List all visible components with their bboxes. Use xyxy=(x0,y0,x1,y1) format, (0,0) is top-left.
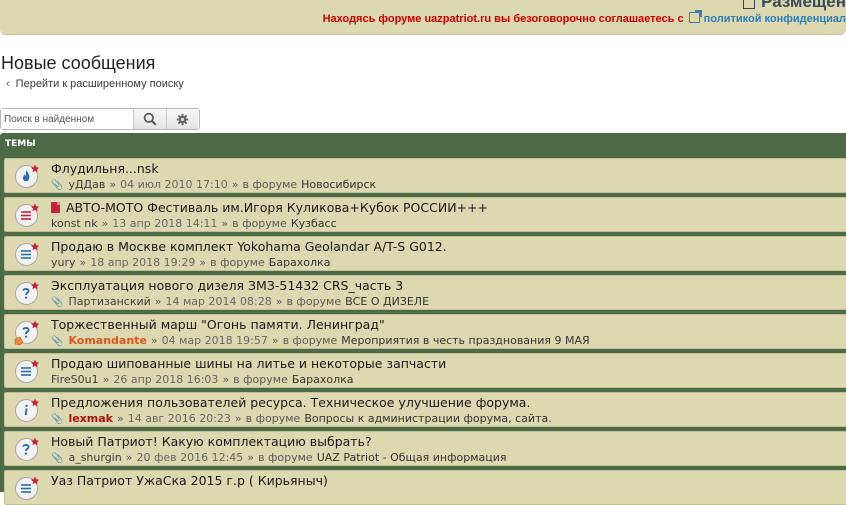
topic-author[interactable]: Партизанский xyxy=(68,295,150,308)
document-icon xyxy=(51,202,60,213)
topic-date[interactable]: 04 мар 2018 19:57 xyxy=(162,334,268,347)
topic-meta: yury» 18 апр 2018 19:29» в форуме Барахолка xyxy=(51,256,331,269)
advanced-search-link[interactable]: ‹ Перейти к расширенному поиску xyxy=(6,78,184,90)
paperclip-icon: 📎 xyxy=(51,297,64,308)
external-link-icon xyxy=(688,10,702,23)
topic-title[interactable]: Уаз Патриот УжаСка 2015 г.р ( Кирьяныч) xyxy=(51,473,328,488)
topic-meta: 📎 Партизанский» 14 мар 2014 08:28» в форуме… xyxy=(51,295,430,308)
topic-forum[interactable]: Барахолка xyxy=(292,373,354,386)
topic-forum[interactable]: Мероприятия в честь празднования 9 МАЯ xyxy=(341,334,589,347)
topic-title[interactable]: Новый Патриот! Какую комплектацию выбрат… xyxy=(51,434,372,449)
privacy-notice-text: Находясь форуме uazpatriot.ru вы безогов… xyxy=(322,13,684,25)
topic-title[interactable]: Торжественный марш "Огонь памяти. Ленинг… xyxy=(51,317,385,332)
topic-author[interactable]: уДДав xyxy=(68,178,105,191)
search-icon xyxy=(143,112,157,126)
question-icon xyxy=(14,437,39,462)
info-icon xyxy=(14,398,39,423)
topics-header: ТЕМЫ xyxy=(5,139,36,149)
paperclip-icon: 📎 xyxy=(51,180,64,191)
topic-row[interactable]: Продаю в Москве комплект Yokohama Geolan… xyxy=(4,236,846,271)
topic-meta: 📎 уДДав» 04 июл 2010 17:10» в форуме Новосиб… xyxy=(51,178,377,191)
topic-row[interactable]: Эксплуатация нового дизеля ЗМЗ-51432 CRS… xyxy=(4,275,846,310)
topic-author[interactable]: konst nk xyxy=(51,217,98,230)
topic-title[interactable]: Продаю шипованные шины на литье и некото… xyxy=(51,356,446,371)
topic-meta: 📎 Komandante» 04 мар 2018 19:57» в форуме Ме… xyxy=(51,334,590,347)
topic-author[interactable]: Komandante xyxy=(68,334,146,347)
topic-row[interactable]: Торжественный марш "Огонь памяти. Ленинг… xyxy=(4,314,846,349)
topic-row[interactable]: Новый Патриот! Какую комплектацию выбрат… xyxy=(4,431,846,466)
topic-forum[interactable]: UAZ Patriot - Общая информация xyxy=(317,451,507,464)
paperclip-icon: 📎 xyxy=(51,336,64,347)
privacy-notice: Находясь форуме uazpatriot.ru вы безогов… xyxy=(322,10,846,25)
topic-author[interactable]: lexmak xyxy=(68,412,113,425)
topic-forum[interactable]: Вопросы к администрации форума, сайта. xyxy=(304,412,551,425)
question-icon xyxy=(14,281,39,306)
lines-icon xyxy=(14,359,39,384)
topic-row[interactable]: Предложения пользователей ресурса. Техни… xyxy=(4,392,846,427)
chevron-left-icon: ‹ xyxy=(6,78,10,90)
topic-author[interactable]: yury xyxy=(51,256,76,269)
topic-meta: FireS0u1» 26 апр 2018 16:03» в форуме Барах… xyxy=(51,373,354,386)
topic-date[interactable]: 20 фев 2016 12:45 xyxy=(136,451,243,464)
topic-date[interactable]: 14 мар 2014 08:28 xyxy=(166,295,272,308)
topic-date[interactable]: 04 июл 2010 17:10 xyxy=(120,178,228,191)
topic-forum[interactable]: ВСЕ О ДИЗЕЛЕ xyxy=(345,295,429,308)
lines-icon xyxy=(14,242,39,267)
topic-title[interactable]: Эксплуатация нового дизеля ЗМЗ-51432 CRS… xyxy=(51,278,403,293)
topic-date[interactable]: 13 апр 2018 14:11 xyxy=(112,217,217,230)
topic-author[interactable]: a_shurgin xyxy=(68,451,121,464)
topic-title[interactable]: Продаю в Москве комплект Yokohama Geolan… xyxy=(51,239,447,254)
top-banner: Размещен Находясь форуме uazpatriot.ru в… xyxy=(0,0,846,35)
topic-row[interactable]: Уаз Патриот УжаСка 2015 г.р ( Кирьяныч) xyxy=(4,470,846,505)
topic-author[interactable]: FireS0u1 xyxy=(51,373,99,386)
paperclip-icon: 📎 xyxy=(51,414,64,425)
search-input[interactable] xyxy=(1,109,134,129)
topic-forum[interactable]: Новосибирск xyxy=(301,178,376,191)
topic-row[interactable]: АВТО-МОТО Фестиваль им.Игоря Куликова+Ку… xyxy=(4,197,846,232)
privacy-policy-link[interactable]: политикой конфиденциал xyxy=(704,13,846,25)
paperclip-icon: 📎 xyxy=(51,453,64,464)
lines-icon xyxy=(14,203,39,228)
topic-meta: 📎 a_shurgin» 20 фев 2016 12:45» в форуме UAZ… xyxy=(51,451,507,464)
topic-forum[interactable]: Барахолка xyxy=(269,256,331,269)
document-icon xyxy=(743,0,756,9)
topic-meta: konst nk» 13 апр 2018 14:11» в форуме Кузба… xyxy=(51,217,337,230)
topics-table: ТЕМЫ Флудильня...nsk 📎 уДДав» 04 июл 2010 1… xyxy=(0,133,846,505)
topic-row[interactable]: Флудильня...nsk 📎 уДДав» 04 июл 2010 17:10»… xyxy=(4,158,846,193)
gear-icon xyxy=(176,113,189,125)
top-right-title[interactable]: Размещен xyxy=(743,0,846,12)
topic-date[interactable]: 14 авг 2016 20:23 xyxy=(128,412,231,425)
search-box xyxy=(0,108,200,130)
lines-icon xyxy=(14,476,39,501)
page-title: Новые сообщения xyxy=(1,53,156,73)
topic-date[interactable]: 18 апр 2018 19:29 xyxy=(90,256,195,269)
topic-meta: 📎 lexmak» 14 авг 2016 20:23» в форуме Вопрос… xyxy=(51,412,552,425)
topic-row[interactable]: Продаю шипованные шины на литье и некото… xyxy=(4,353,846,388)
search-settings-button[interactable] xyxy=(167,109,198,129)
topic-title[interactable]: АВТО-МОТО Фестиваль им.Игоря Куликова+Ку… xyxy=(51,200,488,215)
topic-title[interactable]: Флудильня...nsk xyxy=(51,161,159,176)
question-icon xyxy=(14,320,39,346)
topic-forum[interactable]: Кузбасс xyxy=(291,217,337,230)
fire-icon xyxy=(14,164,39,189)
topic-date[interactable]: 26 апр 2018 16:03 xyxy=(113,373,218,386)
topic-title[interactable]: Предложения пользователей ресурса. Техни… xyxy=(51,395,530,410)
search-button[interactable] xyxy=(134,109,167,129)
